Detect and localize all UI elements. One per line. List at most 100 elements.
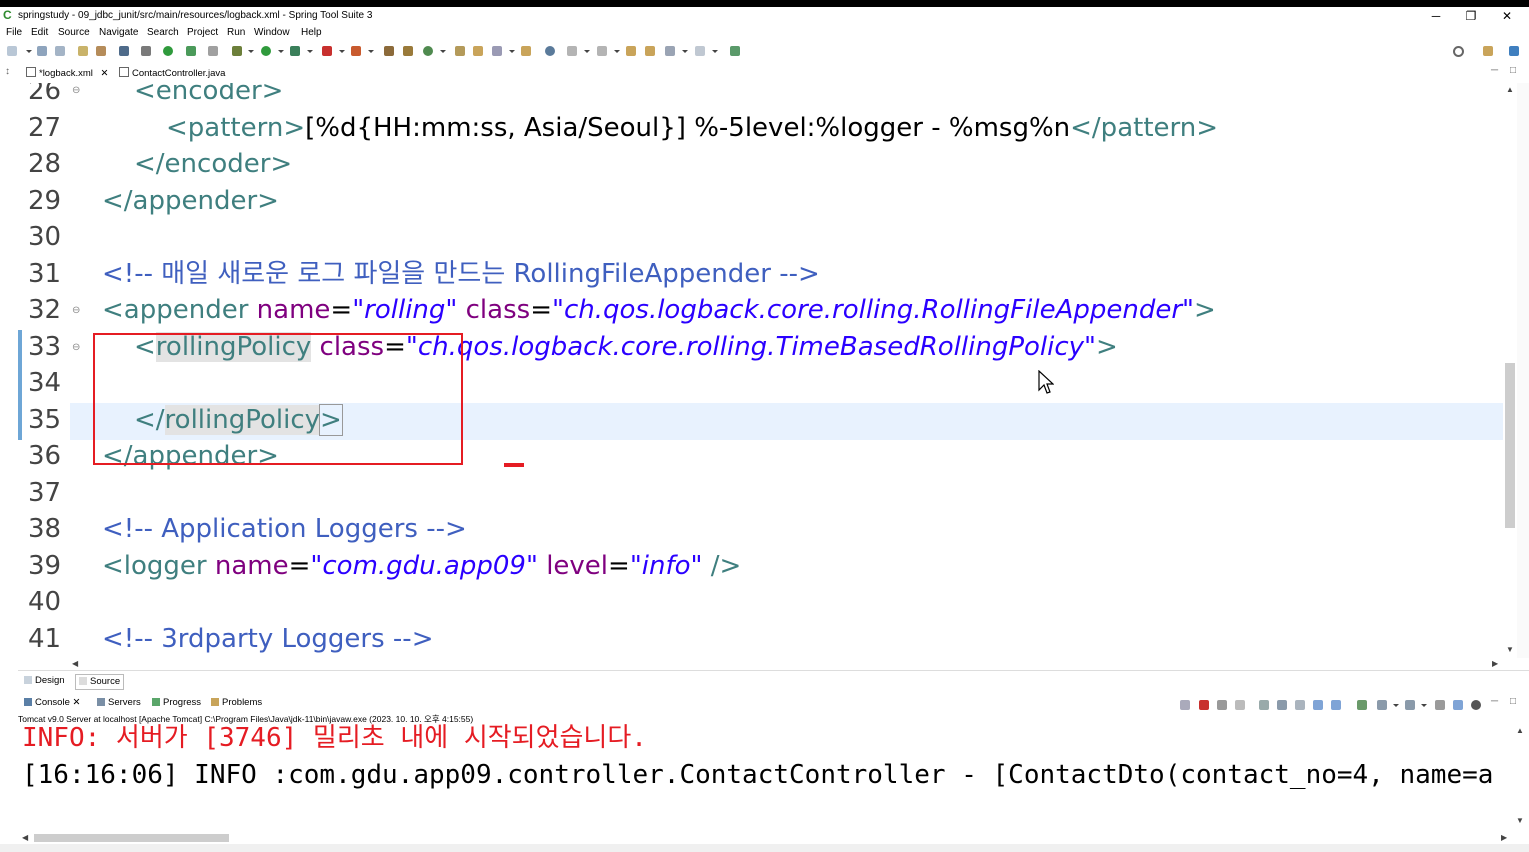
show-stdout-icon[interactable] xyxy=(1313,700,1323,710)
forward-icon[interactable] xyxy=(695,46,705,56)
scroll-lock-icon[interactable] xyxy=(1277,700,1287,710)
pin-console-icon[interactable] xyxy=(1357,700,1367,710)
tab-logback-xml[interactable]: *logback.xml ✕ xyxy=(26,66,108,82)
gear-icon[interactable] xyxy=(1471,700,1481,710)
console-horizontal-scrollbar[interactable]: ◀ ▶ xyxy=(20,832,1512,844)
next-edit-icon[interactable] xyxy=(645,46,655,56)
fold-icon[interactable]: ⊖ xyxy=(72,305,80,316)
scroll-right-icon[interactable]: ▶ xyxy=(1501,833,1507,842)
menu-navigate[interactable]: Navigate xyxy=(99,27,138,38)
close-icon[interactable]: ✕ xyxy=(73,697,81,708)
search-icon[interactable] xyxy=(1453,46,1464,57)
terminal-icon[interactable] xyxy=(119,46,129,56)
new-java-project-icon[interactable] xyxy=(384,46,394,56)
prev-annotation-icon[interactable] xyxy=(597,46,607,56)
scroll-left-icon[interactable]: ◀ xyxy=(72,659,78,668)
scroll-right-icon[interactable]: ▶ xyxy=(1492,659,1498,668)
globe-icon[interactable] xyxy=(545,46,555,56)
spring-perspective-icon[interactable] xyxy=(1509,46,1519,56)
close-button[interactable]: ✕ xyxy=(1489,7,1525,26)
remove-all-launches-icon[interactable] xyxy=(1235,700,1245,710)
terminate-icon[interactable] xyxy=(1199,700,1209,710)
fold-icon[interactable]: ⊖ xyxy=(72,342,80,353)
run-icon[interactable] xyxy=(261,46,271,56)
tab-problems[interactable]: Problems xyxy=(211,697,262,708)
chevron-down-icon[interactable] xyxy=(509,50,515,53)
menu-window[interactable]: Window xyxy=(254,27,290,38)
restore-view-icon[interactable]: ↕ xyxy=(5,66,10,77)
minimize-view-icon[interactable]: ─ xyxy=(1491,696,1498,707)
scroll-down-icon[interactable]: ▼ xyxy=(1516,816,1524,825)
new-class-icon[interactable] xyxy=(423,46,433,56)
tab-progress[interactable]: Progress xyxy=(152,697,201,708)
open-task-icon[interactable] xyxy=(473,46,483,56)
open-folder-icon[interactable] xyxy=(455,46,465,56)
remove-launch-icon[interactable] xyxy=(1217,700,1227,710)
chevron-down-icon[interactable] xyxy=(614,50,620,53)
chevron-down-icon[interactable] xyxy=(26,50,32,53)
show-stderr-icon[interactable] xyxy=(1331,700,1341,710)
menu-edit[interactable]: Edit xyxy=(31,27,48,38)
restore-button[interactable]: ❐ xyxy=(1453,7,1489,26)
tab-console[interactable]: Console ✕ xyxy=(24,697,80,708)
display-selected-console-icon[interactable] xyxy=(1377,700,1387,710)
fold-icon[interactable]: ⊖ xyxy=(72,85,80,96)
xml-source-editor[interactable]: 26 ⊖ 27 28 29 30 31 32 ⊖ 33 ⊖ 34 35 36 3… xyxy=(18,83,1503,658)
view-menu-icon[interactable] xyxy=(1435,700,1445,710)
chevron-down-icon[interactable] xyxy=(278,50,284,53)
refresh-icon[interactable] xyxy=(186,46,196,56)
tab-contact-controller[interactable]: ContactController.java xyxy=(119,66,225,82)
maximize-view-icon[interactable]: □ xyxy=(1510,696,1516,707)
chevron-down-icon[interactable] xyxy=(440,50,446,53)
tab-design[interactable]: Design xyxy=(24,674,65,688)
close-icon[interactable]: ✕ xyxy=(101,68,109,79)
chevron-down-icon[interactable] xyxy=(584,50,590,53)
tab-source[interactable]: Source xyxy=(75,674,125,690)
clear-console-icon[interactable] xyxy=(1259,700,1269,710)
last-edit-icon[interactable] xyxy=(626,46,636,56)
scroll-thumb[interactable] xyxy=(34,834,229,842)
start-server-icon[interactable] xyxy=(163,46,173,56)
next-annotation-icon[interactable] xyxy=(567,46,577,56)
open-perspective-icon[interactable] xyxy=(1483,46,1493,56)
menu-search[interactable]: Search xyxy=(147,27,179,38)
chevron-down-icon[interactable] xyxy=(248,50,254,53)
save-icon[interactable] xyxy=(37,46,47,56)
minimize-view-icon[interactable]: ─ xyxy=(1491,65,1498,76)
search-toolbar-icon[interactable] xyxy=(492,46,502,56)
edit-icon[interactable] xyxy=(521,46,531,56)
scroll-left-icon[interactable]: ◀ xyxy=(22,833,28,842)
open-type-icon[interactable] xyxy=(96,46,106,56)
pin-editor-icon[interactable] xyxy=(730,46,740,56)
menu-file[interactable]: File xyxy=(6,27,22,38)
print-icon[interactable] xyxy=(78,46,88,56)
scroll-up-icon[interactable]: ▲ xyxy=(1506,85,1514,94)
new-icon[interactable] xyxy=(7,46,17,56)
minimize-button[interactable]: ─ xyxy=(1418,7,1454,26)
terminate-relaunch-icon[interactable] xyxy=(1180,700,1190,710)
maximize-view-icon[interactable]: □ xyxy=(1510,65,1516,76)
menu-run[interactable]: Run xyxy=(227,27,245,38)
scroll-thumb[interactable] xyxy=(1505,363,1515,528)
menu-help[interactable]: Help xyxy=(301,27,322,38)
save-all-icon[interactable] xyxy=(55,46,65,56)
publish-icon[interactable] xyxy=(208,46,218,56)
chevron-down-icon[interactable] xyxy=(307,50,313,53)
open-console-icon[interactable] xyxy=(1405,700,1415,710)
stop-icon[interactable] xyxy=(322,46,332,56)
debug-icon[interactable] xyxy=(232,46,242,56)
console-output[interactable]: INFO: 서버가 [3746] 밀리초 내에 시작되었습니다. [16:16:… xyxy=(18,722,1512,830)
new-package-icon[interactable] xyxy=(403,46,413,56)
word-wrap-icon[interactable] xyxy=(1295,700,1305,710)
tab-servers[interactable]: Servers xyxy=(97,697,141,708)
chevron-down-icon[interactable] xyxy=(712,50,718,53)
coverage-icon[interactable] xyxy=(351,46,361,56)
editor-vertical-scrollbar[interactable]: ▲ ▼ xyxy=(1503,83,1517,658)
chevron-down-icon[interactable] xyxy=(1393,704,1399,707)
scroll-down-icon[interactable]: ▼ xyxy=(1506,645,1514,654)
menu-project[interactable]: Project xyxy=(187,27,218,38)
chevron-down-icon[interactable] xyxy=(339,50,345,53)
console-vertical-scrollbar[interactable]: ▲ ▼ xyxy=(1512,722,1529,830)
skip-breakpoints-icon[interactable] xyxy=(141,46,151,56)
link-icon[interactable] xyxy=(1453,700,1463,710)
